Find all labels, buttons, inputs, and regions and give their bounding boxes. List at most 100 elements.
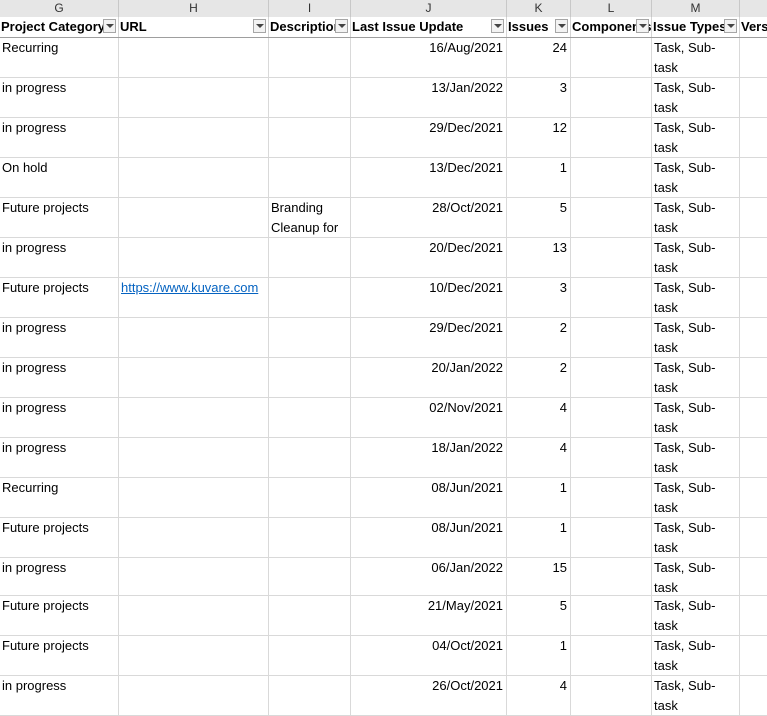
cell-components[interactable]: [571, 596, 652, 636]
cell-url[interactable]: [119, 558, 269, 596]
cell-versions[interactable]: [740, 358, 767, 398]
cell-components[interactable]: [571, 318, 652, 358]
cell-versions[interactable]: [740, 558, 767, 596]
cell-project-category[interactable]: On hold: [0, 158, 119, 198]
cell-components[interactable]: [571, 118, 652, 158]
cell-description[interactable]: [269, 158, 351, 198]
cell-last-issue-update[interactable]: 29/Dec/2021: [351, 318, 507, 358]
cell-project-category[interactable]: Future projects: [0, 596, 119, 636]
cell-versions[interactable]: [740, 118, 767, 158]
filter-dropdown-icon[interactable]: [555, 19, 568, 33]
cell-issue-types[interactable]: Task, Sub-task: [652, 318, 740, 358]
cell-versions[interactable]: [740, 278, 767, 318]
cell-description[interactable]: [269, 78, 351, 118]
column-letter-m[interactable]: M: [652, 0, 740, 17]
cell-issues[interactable]: 4: [507, 676, 571, 716]
cell-description[interactable]: [269, 398, 351, 438]
cell-last-issue-update[interactable]: 06/Jan/2022: [351, 558, 507, 596]
cell-issues[interactable]: 24: [507, 38, 571, 78]
cell-description[interactable]: [269, 596, 351, 636]
cell-issue-types[interactable]: Task, Sub-task: [652, 676, 740, 716]
cell-project-category[interactable]: in progress: [0, 238, 119, 278]
cell-description[interactable]: [269, 38, 351, 78]
cell-issues[interactable]: 1: [507, 636, 571, 676]
cell-versions[interactable]: [740, 238, 767, 278]
cell-project-category[interactable]: Future projects: [0, 278, 119, 318]
header-versions[interactable]: Versions: [740, 17, 767, 37]
cell-project-category[interactable]: in progress: [0, 558, 119, 596]
cell-issue-types[interactable]: Task, Sub-task: [652, 438, 740, 478]
header-url[interactable]: URL: [119, 17, 269, 37]
header-project-category[interactable]: Project Category: [0, 17, 119, 37]
cell-url[interactable]: [119, 636, 269, 676]
cell-versions[interactable]: [740, 318, 767, 358]
column-letter-l[interactable]: L: [571, 0, 652, 17]
cell-issue-types[interactable]: Task, Sub-task: [652, 198, 740, 238]
cell-versions[interactable]: [740, 596, 767, 636]
cell-url[interactable]: [119, 198, 269, 238]
cell-description[interactable]: [269, 278, 351, 318]
cell-description[interactable]: [269, 438, 351, 478]
cell-versions[interactable]: [740, 438, 767, 478]
header-last-issue-update[interactable]: Last Issue Update: [351, 17, 507, 37]
cell-project-category[interactable]: in progress: [0, 318, 119, 358]
cell-project-category[interactable]: Future projects: [0, 198, 119, 238]
cell-url[interactable]: [119, 158, 269, 198]
cell-url[interactable]: [119, 398, 269, 438]
cell-description[interactable]: [269, 676, 351, 716]
cell-components[interactable]: [571, 238, 652, 278]
cell-description[interactable]: [269, 318, 351, 358]
cell-url[interactable]: [119, 358, 269, 398]
cell-versions[interactable]: [740, 676, 767, 716]
cell-issue-types[interactable]: Task, Sub-task: [652, 38, 740, 78]
cell-url[interactable]: [119, 38, 269, 78]
cell-issue-types[interactable]: Task, Sub-task: [652, 238, 740, 278]
cell-project-category[interactable]: in progress: [0, 118, 119, 158]
cell-issues[interactable]: 1: [507, 478, 571, 518]
cell-last-issue-update[interactable]: 18/Jan/2022: [351, 438, 507, 478]
cell-project-category[interactable]: Future projects: [0, 636, 119, 676]
cell-versions[interactable]: [740, 636, 767, 676]
filter-dropdown-icon[interactable]: [253, 19, 266, 33]
cell-project-category[interactable]: in progress: [0, 438, 119, 478]
cell-issues[interactable]: 2: [507, 318, 571, 358]
column-letter-g[interactable]: G: [0, 0, 119, 17]
cell-issue-types[interactable]: Task, Sub-task: [652, 398, 740, 438]
url-link[interactable]: https://www.kuvare.com: [121, 278, 265, 298]
cell-project-category[interactable]: Recurring: [0, 478, 119, 518]
cell-url[interactable]: https://www.kuvare.com: [119, 278, 269, 318]
cell-last-issue-update[interactable]: 20/Jan/2022: [351, 358, 507, 398]
cell-url[interactable]: [119, 238, 269, 278]
cell-last-issue-update[interactable]: 08/Jun/2021: [351, 478, 507, 518]
cell-versions[interactable]: [740, 198, 767, 238]
filter-dropdown-icon[interactable]: [491, 19, 504, 33]
cell-issue-types[interactable]: Task, Sub-task: [652, 596, 740, 636]
cell-project-category[interactable]: Future projects: [0, 518, 119, 558]
cell-components[interactable]: [571, 558, 652, 596]
cell-last-issue-update[interactable]: 16/Aug/2021: [351, 38, 507, 78]
cell-last-issue-update[interactable]: 20/Dec/2021: [351, 238, 507, 278]
cell-components[interactable]: [571, 438, 652, 478]
cell-issue-types[interactable]: Task, Sub-task: [652, 278, 740, 318]
cell-last-issue-update[interactable]: 26/Oct/2021: [351, 676, 507, 716]
cell-components[interactable]: [571, 358, 652, 398]
cell-issues[interactable]: 12: [507, 118, 571, 158]
cell-last-issue-update[interactable]: 28/Oct/2021: [351, 198, 507, 238]
cell-last-issue-update[interactable]: 29/Dec/2021: [351, 118, 507, 158]
cell-components[interactable]: [571, 198, 652, 238]
cell-components[interactable]: [571, 38, 652, 78]
cell-url[interactable]: [119, 318, 269, 358]
cell-versions[interactable]: [740, 78, 767, 118]
cell-project-category[interactable]: in progress: [0, 398, 119, 438]
cell-issues[interactable]: 4: [507, 398, 571, 438]
cell-components[interactable]: [571, 278, 652, 318]
cell-issues[interactable]: 5: [507, 198, 571, 238]
cell-project-category[interactable]: in progress: [0, 78, 119, 118]
cell-description[interactable]: [269, 118, 351, 158]
cell-issue-types[interactable]: Task, Sub-task: [652, 358, 740, 398]
cell-project-category[interactable]: Recurring: [0, 38, 119, 78]
cell-versions[interactable]: [740, 478, 767, 518]
cell-versions[interactable]: [740, 518, 767, 558]
cell-url[interactable]: [119, 438, 269, 478]
cell-issue-types[interactable]: Task, Sub-task: [652, 78, 740, 118]
